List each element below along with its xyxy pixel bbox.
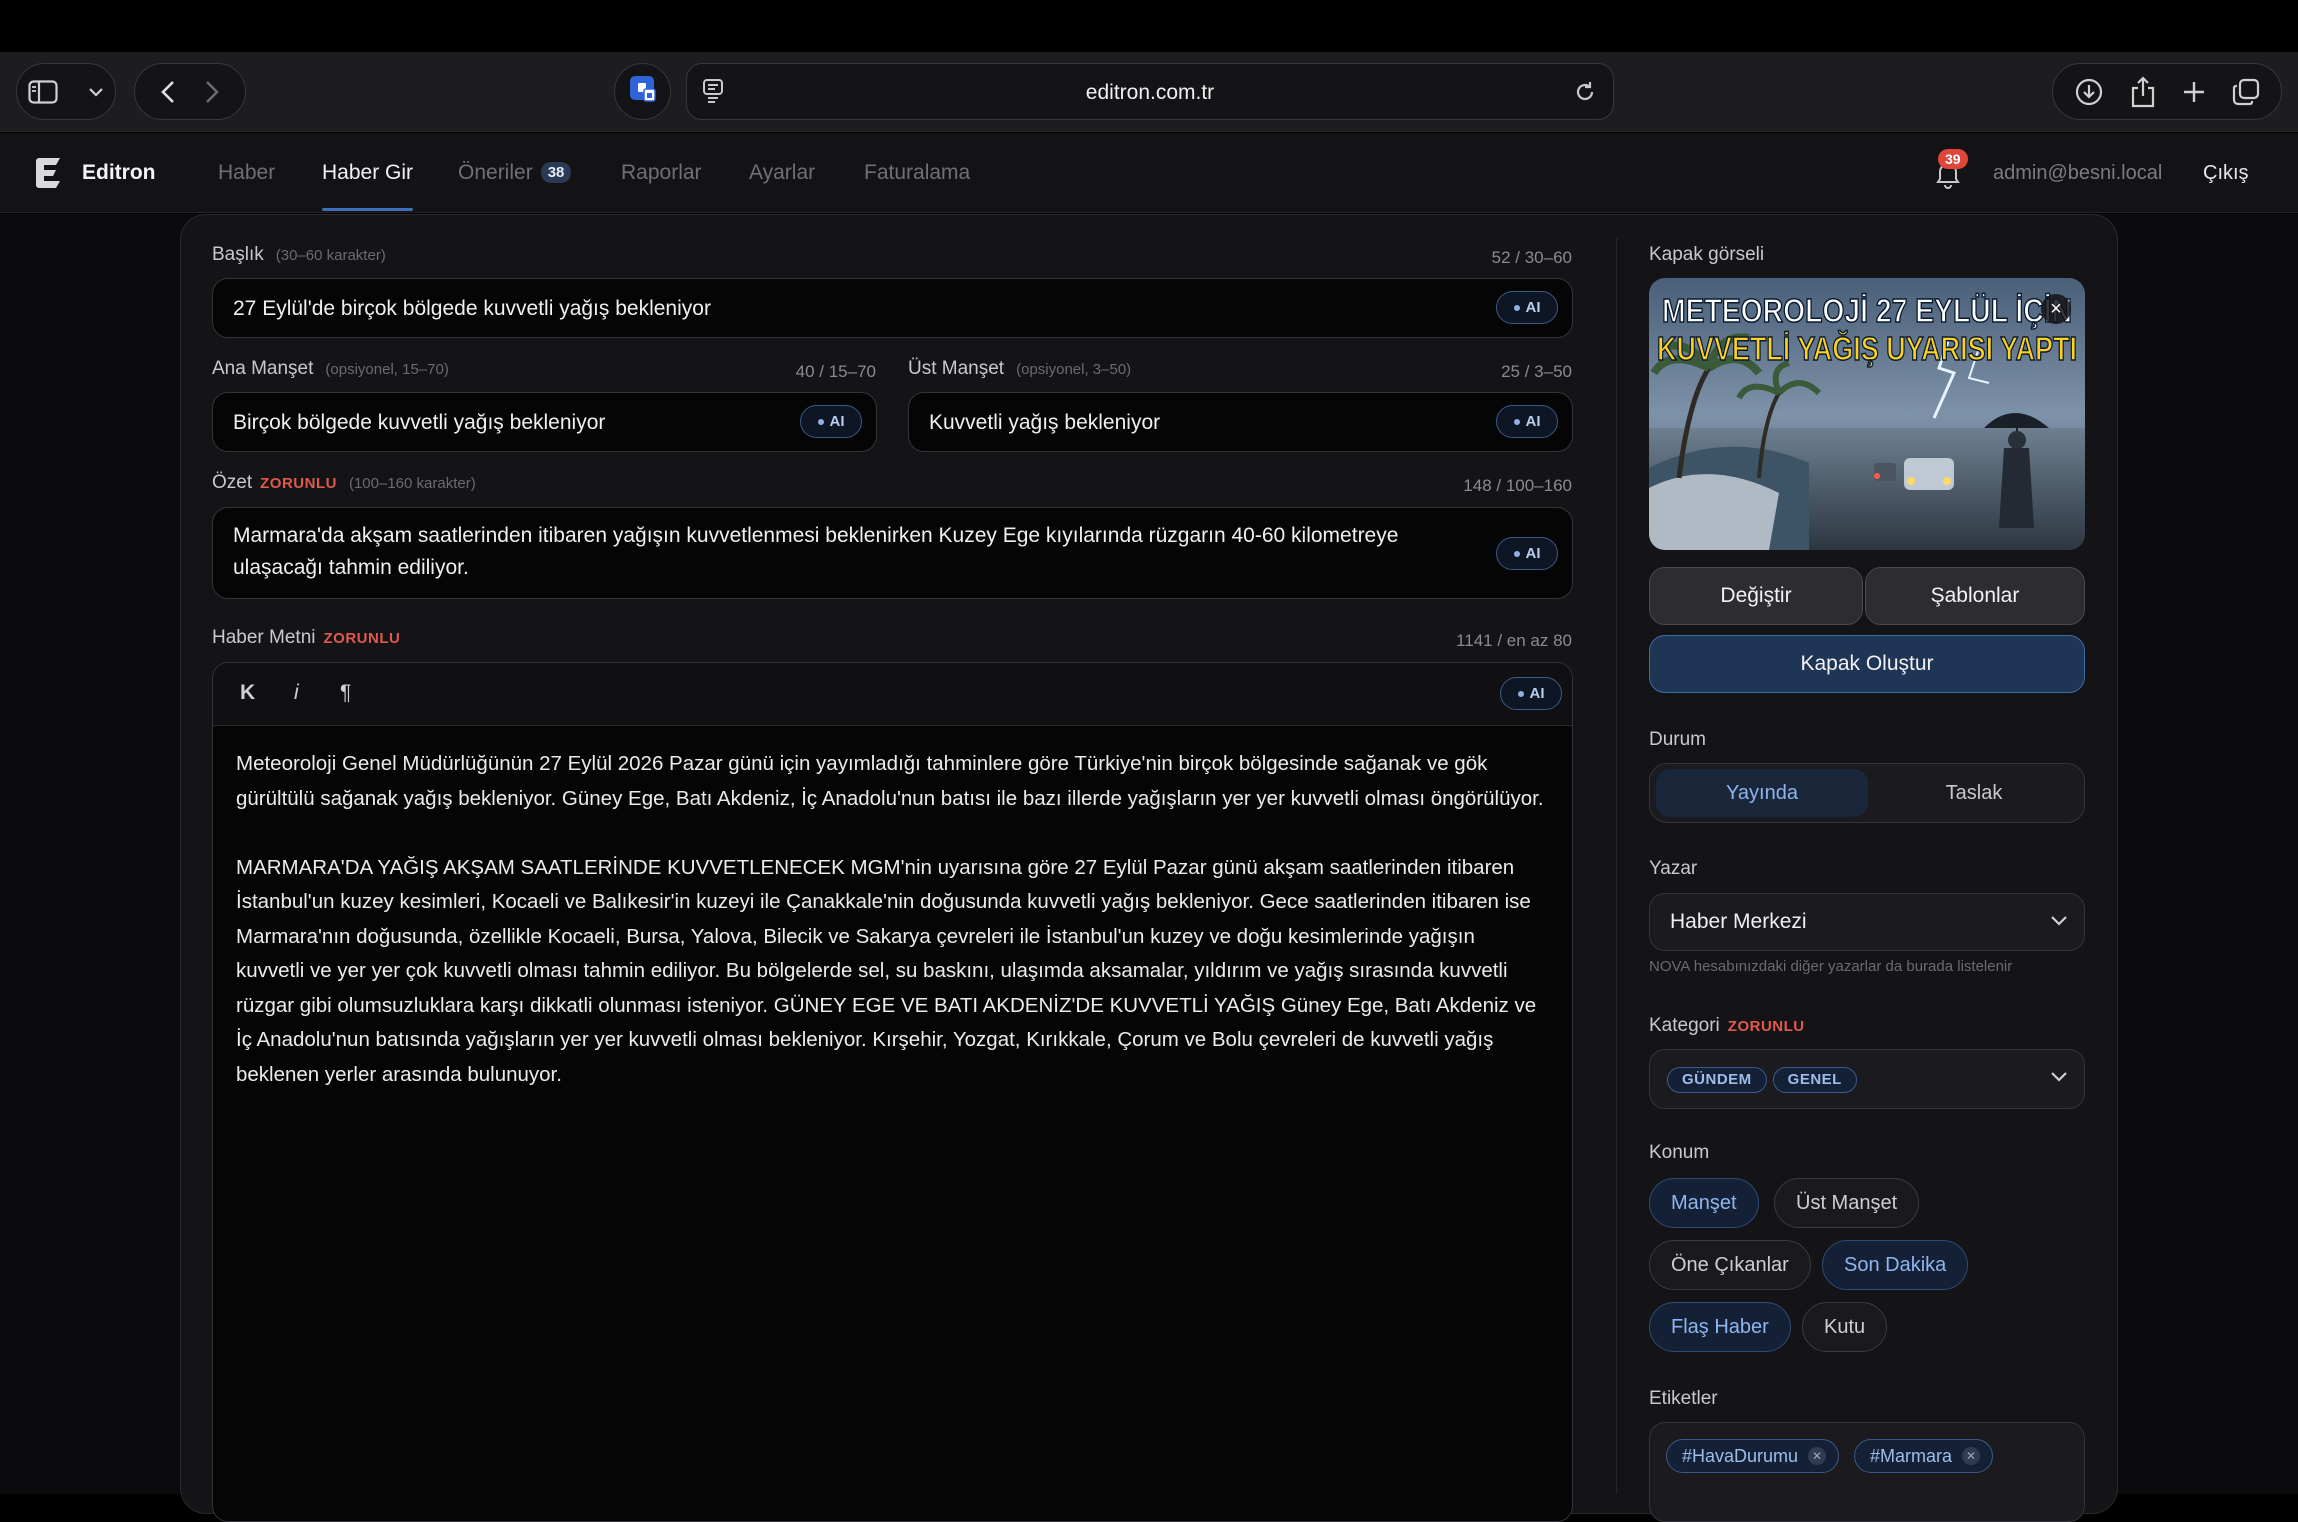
position-kutu[interactable]: Kutu <box>1802 1302 1888 1352</box>
nav-faturalama[interactable]: Faturalama <box>864 161 970 185</box>
tabs-overview-icon[interactable] <box>2232 78 2260 106</box>
forward-icon[interactable] <box>205 80 219 104</box>
cover-headline-line2: KUVVETLİ YAĞIŞ UYARISI YAPTI <box>1657 330 2077 367</box>
paragraph-button[interactable]: ¶ <box>340 681 351 705</box>
category-label: Kategori ZORUNLU <box>1649 1015 1805 1036</box>
nav-ayarlar[interactable]: Ayarlar <box>749 161 815 185</box>
column-divider <box>1616 238 1617 1494</box>
editron-logo-icon <box>34 157 64 189</box>
status-label: Durum <box>1649 729 1707 750</box>
nav-raporlar[interactable]: Raporlar <box>621 161 702 185</box>
position-label: Konum <box>1649 1142 1710 1163</box>
summary-field[interactable]: Marmara'da akşam saatlerinden itibaren y… <box>212 507 1573 599</box>
cover-label: Kapak görseli <box>1649 244 1765 265</box>
category-chip[interactable]: GENEL <box>1772 1067 1857 1093</box>
logout-link[interactable]: Çıkış <box>2203 162 2249 185</box>
body-ai-button[interactable]: AI <box>1500 677 1562 710</box>
address-bar[interactable]: editron.com.tr <box>686 63 1614 120</box>
summary-counter: 148 / 100–160 <box>1463 476 1572 495</box>
top-headline-counter: 25 / 3–50 <box>1501 362 1572 381</box>
tags-input[interactable]: #HavaDurumu ✕ #Marmara ✕ <box>1649 1422 2085 1522</box>
templates-button[interactable]: Şablonlar <box>1865 567 2085 625</box>
main-headline-field[interactable]: Birçok bölgede kuvvetli yağış bekleniyor… <box>212 392 877 452</box>
cover-image[interactable]: METEOROLOJİ 27 EYLÜL İÇİN KUVVETLİ YAĞIŞ… <box>1649 278 2085 550</box>
top-headline-field[interactable]: Kuvvetli yağış bekleniyor AI <box>908 392 1573 452</box>
body-editor[interactable]: K i ¶ AI Meteoroloji Genel Müdürlüğünün … <box>212 662 1573 1522</box>
chevron-down-icon <box>2050 1070 2068 1088</box>
cover-headline-line1: METEOROLOJİ 27 EYLÜL İÇİN <box>1662 292 2072 329</box>
create-cover-button[interactable]: Kapak Oluştur <box>1649 635 2085 693</box>
body-paragraph: Meteoroloji Genel Müdürlüğünün 27 Eylül … <box>236 752 1544 810</box>
category-chip[interactable]: GÜNDEM <box>1667 1067 1767 1093</box>
tags-label: Etiketler <box>1649 1388 1718 1409</box>
main-headline-label: Ana Manşet (opsiyonel, 15–70) <box>212 358 449 379</box>
title-label: Başlık (30–60 karakter) <box>212 244 386 265</box>
notification-badge: 39 <box>1938 149 1968 169</box>
top-headline-ai-button[interactable]: AI <box>1496 405 1558 438</box>
tag-chip[interactable]: #Marmara ✕ <box>1854 1439 1994 1473</box>
category-select[interactable]: GÜNDEM GENEL <box>1649 1049 2085 1109</box>
chevron-down-icon <box>88 87 104 97</box>
author-help-text: NOVA hesabınızdaki diğer yazarlar da bur… <box>1649 958 2013 975</box>
chevron-down-icon <box>2050 914 2068 932</box>
back-icon[interactable] <box>161 80 175 104</box>
menu-bar-strip <box>0 0 2298 52</box>
body-paragraph: MARMARA'DA YAĞIŞ AKŞAM SAATLERİNDE KUVVE… <box>236 855 1537 1086</box>
url-text: editron.com.tr <box>1085 81 1215 104</box>
position-ust-manset[interactable]: Üst Manşet <box>1774 1178 1920 1228</box>
user-email[interactable]: admin@besni.local <box>1993 162 2162 185</box>
main-headline-ai-button[interactable]: AI <box>800 405 862 438</box>
download-icon[interactable] <box>2074 77 2104 107</box>
brand-name: Editron <box>82 161 156 184</box>
remove-tag-icon[interactable]: ✕ <box>1962 1447 1981 1465</box>
title-counter: 52 / 30–60 <box>1491 248 1572 267</box>
italic-button[interactable]: i <box>294 681 299 705</box>
nav-oneriler[interactable]: Öneriler 38 <box>458 161 572 185</box>
main-headline-counter: 40 / 15–70 <box>795 362 876 381</box>
share-icon[interactable] <box>2130 75 2156 108</box>
position-son-dakika[interactable]: Son Dakika <box>1822 1240 1969 1290</box>
body-counter: 1141 / en az 80 <box>1456 631 1572 650</box>
tag-chip[interactable]: #HavaDurumu ✕ <box>1666 1439 1840 1473</box>
position-one-cikanlar[interactable]: Öne Çıkanlar <box>1649 1240 1811 1290</box>
privacy-shield-button[interactable] <box>614 63 671 120</box>
bold-button[interactable]: K <box>240 681 255 705</box>
title-ai-button[interactable]: AI <box>1496 291 1558 324</box>
body-text[interactable]: Meteoroloji Genel Müdürlüğünün 27 Eylül … <box>236 747 1546 1127</box>
close-icon[interactable]: × <box>2041 294 2071 324</box>
nav-haber-gir[interactable]: Haber Gir <box>322 161 414 211</box>
shield-icon <box>628 74 658 109</box>
editor-toolbar: K i ¶ AI <box>213 663 1572 726</box>
browser-toolbar: editron.com.tr <box>0 52 2298 132</box>
history-nav-group <box>134 63 246 120</box>
summary-ai-button[interactable]: AI <box>1496 537 1558 570</box>
title-field[interactable]: 27 Eylül'de birçok bölgede kuvvetli yağı… <box>212 278 1573 338</box>
author-select[interactable]: Haber Merkezi <box>1649 893 2085 951</box>
position-flas-haber[interactable]: Flaş Haber <box>1649 1302 1791 1352</box>
top-headline-label: Üst Manşet (opsiyonel, 3–50) <box>908 358 1132 379</box>
position-manset[interactable]: Manşet <box>1649 1178 1759 1228</box>
remove-tag-icon[interactable]: ✕ <box>1808 1447 1827 1465</box>
status-segmented-control: Yayında Taslak <box>1649 763 2085 823</box>
new-tab-icon[interactable] <box>2182 80 2206 104</box>
nav-haber[interactable]: Haber <box>218 161 275 185</box>
sidebar-toggle-group[interactable] <box>16 63 116 120</box>
body-label: Haber Metni ZORUNLU <box>212 627 401 648</box>
author-label: Yazar <box>1649 858 1698 879</box>
reload-icon[interactable] <box>1573 80 1597 109</box>
change-cover-button[interactable]: Değiştir <box>1649 567 1863 625</box>
status-draft-option[interactable]: Taslak <box>1868 769 2080 817</box>
app-navbar: Editron Haber Haber Gir Öneriler 38 Rapor… <box>0 133 2298 213</box>
sidebar-icon <box>28 79 58 104</box>
status-published-option[interactable]: Yayında <box>1656 769 1868 817</box>
summary-label: Özet ZORUNLU (100–160 karakter) <box>212 472 476 493</box>
browser-actions-group <box>2052 63 2282 120</box>
suggestions-count-badge: 38 <box>540 162 572 183</box>
